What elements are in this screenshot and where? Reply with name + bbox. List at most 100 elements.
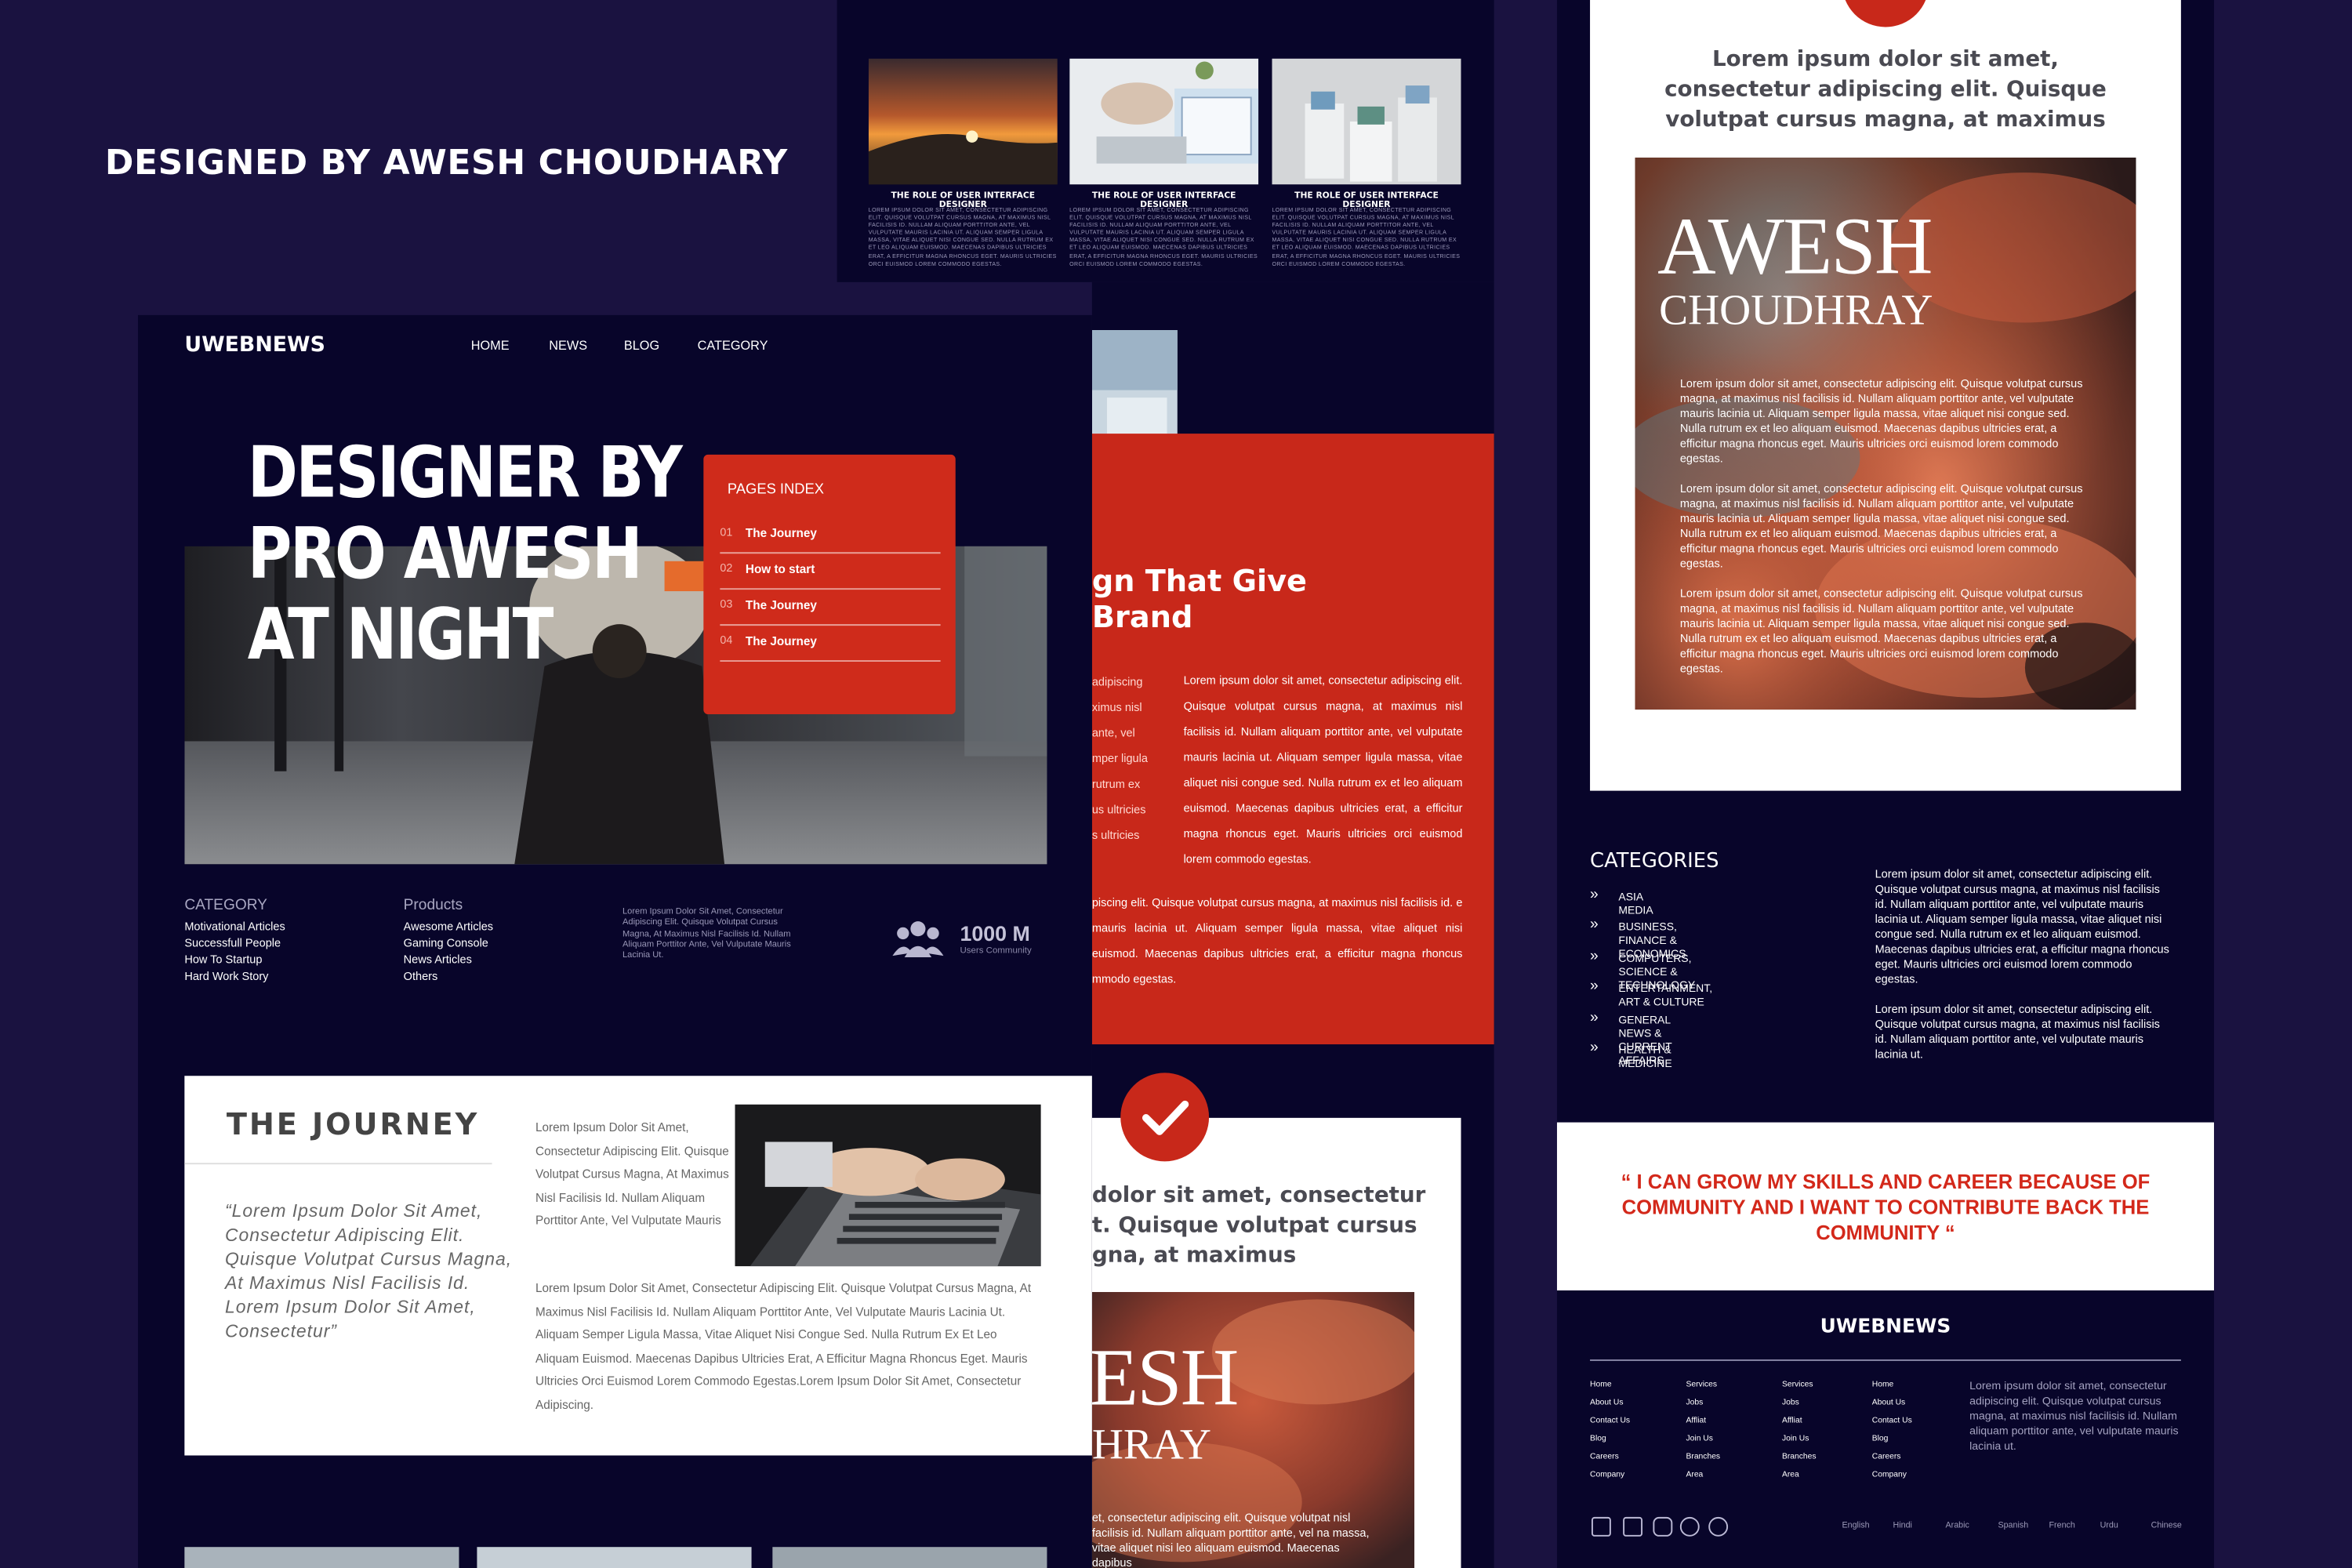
brand-paragraph-2: piscing elit. Quisque volutpat cursus ma… <box>1091 895 1463 986</box>
category-link[interactable]: Motivational Articles <box>184 920 285 933</box>
language-link[interactable]: Chinese <box>2151 1522 2182 1530</box>
footer-link[interactable]: Company <box>1590 1467 1630 1485</box>
product-link[interactable]: Others <box>404 969 438 982</box>
footer-link[interactable]: Blog <box>1872 1431 1912 1449</box>
language-link[interactable]: Hindi <box>1893 1522 1912 1530</box>
checkmark-icon <box>1142 1100 1189 1135</box>
design-showcase: DESIGNED BY AWESH CHOUDHARY THE ROLE OF … <box>0 0 2352 1568</box>
categories-heading: CATEGORIES <box>1590 849 1719 873</box>
footer-link[interactable]: Company <box>1872 1467 1912 1485</box>
lead-text: Lorem ipsum dolor sit amet, consectetur … <box>1664 48 2107 132</box>
pages-index-item[interactable]: 02 How to start <box>720 554 941 590</box>
footer-link[interactable]: Home <box>1590 1377 1630 1396</box>
facebook-icon[interactable] <box>1623 1516 1643 1537</box>
article-excerpt: LOREM IPSUM DOLOR SIT AMET, CONSECTETUR … <box>868 207 1057 267</box>
footer-link[interactable]: Contact Us <box>1590 1414 1630 1432</box>
brand-section: gn That Give Brand adipiscing ximus nisl… <box>1091 434 1494 1045</box>
pages-index-item[interactable]: 03 The Journey <box>720 590 941 626</box>
product-link[interactable]: Gaming Console <box>404 936 488 949</box>
pages-index-item[interactable]: 04 The Journey <box>720 626 941 662</box>
footer-link[interactable]: Jobs <box>1782 1396 1817 1414</box>
footer-link[interactable]: Services <box>1782 1377 1817 1396</box>
footer-link[interactable]: Area <box>1782 1467 1817 1485</box>
poster-paragraph: Lorem ipsum dolor sit amet, consectetur … <box>1679 376 2083 466</box>
footer-link[interactable]: About Us <box>1872 1396 1912 1414</box>
language-link[interactable]: English <box>1842 1522 1869 1530</box>
footer-link[interactable]: Contact Us <box>1872 1414 1912 1432</box>
footer-link[interactable]: Home <box>1872 1377 1912 1396</box>
language-link[interactable]: Arabic <box>1946 1522 1969 1530</box>
pages-index-panel: PAGES INDEX 01 The Journey 02 How to start… <box>703 454 956 715</box>
testimonial-quote: “ I CAN GROW MY SKILLS AND CAREER BECAUS… <box>1621 1170 2151 1244</box>
dribbble-icon[interactable] <box>1679 1516 1700 1537</box>
double-chevron-icon: » <box>1590 978 1599 995</box>
poster-subtitle: CHOUDHRAY <box>1659 286 1933 335</box>
site-logo[interactable]: UWEBNEWS <box>184 333 325 358</box>
middle-article-card: dolor sit amet, consectetur t. Quisque v… <box>1091 1117 1461 1568</box>
product-link[interactable]: Awesome Articles <box>404 920 493 933</box>
footer-link[interactable]: About Us <box>1590 1396 1630 1414</box>
language-link[interactable]: Urdu <box>2100 1522 2118 1530</box>
small-blurb: Lorem Ipsum Dolor Sit Amet, Consectetur … <box>622 907 791 961</box>
footer-column: Home About Us Contact Us Blog Careers Company <box>1590 1377 1630 1485</box>
journey-divider <box>184 1163 492 1165</box>
footer-link[interactable]: Join Us <box>1782 1431 1817 1449</box>
poster-paragraph: Lorem ipsum dolor sit amet, consectetur … <box>1679 586 2083 676</box>
category-link[interactable]: Hard Work Story <box>184 969 268 982</box>
footer-link[interactable]: Careers <box>1590 1449 1630 1467</box>
language-link[interactable]: Spanish <box>1998 1522 2028 1530</box>
testimonial-box: “ I CAN GROW MY SKILLS AND CAREER BECAUS… <box>1556 1122 2214 1290</box>
check-badge <box>1842 0 1929 27</box>
cropped-column: adipiscing ximus nisl ante, vel mper lig… <box>1091 675 1148 842</box>
category-link[interactable]: How To Startup <box>184 953 262 966</box>
twitter-icon[interactable] <box>1591 1516 1611 1537</box>
footer-link[interactable]: Blog <box>1590 1431 1630 1449</box>
laptop-photo <box>735 1104 1041 1267</box>
right-article-card: Lorem ipsum dolor sit amet, consectetur … <box>1590 0 2181 791</box>
products-column-heading: Products <box>403 897 463 914</box>
footer-link[interactable]: Branches <box>1686 1449 1721 1467</box>
pages-index-item[interactable]: 01 The Journey <box>720 517 941 554</box>
github-icon[interactable] <box>1708 1516 1729 1537</box>
category-column-heading: CATEGORY <box>184 897 267 914</box>
bottom-thumbnail[interactable] <box>772 1547 1047 1568</box>
double-chevron-icon: » <box>1590 916 1599 934</box>
community-count: 1000 M <box>960 921 1030 946</box>
footer-link[interactable]: Services <box>1686 1377 1721 1396</box>
nav-home[interactable]: HOME <box>471 338 510 353</box>
product-display-thumbnail[interactable] <box>1272 58 1461 185</box>
footer-link[interactable]: Area <box>1686 1467 1721 1485</box>
pages-index-title: PAGES INDEX <box>727 481 825 499</box>
footer-link[interactable]: Affliat <box>1686 1414 1721 1432</box>
categories-paragraph: Lorem ipsum dolor sit amet, consectetur … <box>1875 1002 2160 1062</box>
poster-subtitle: HRAY <box>1091 1421 1211 1469</box>
nav-blog[interactable]: BLOG <box>624 338 659 353</box>
footer-link[interactable]: Jobs <box>1686 1396 1721 1414</box>
nav-news[interactable]: NEWS <box>549 338 587 353</box>
office-thumbnail[interactable] <box>1069 58 1259 185</box>
footer-link[interactable]: Join Us <box>1686 1431 1721 1449</box>
brand-heading: gn That Give Brand <box>1091 562 1308 635</box>
hero-title: DESIGNER BY PRO AWESH AT NIGHT <box>247 432 683 677</box>
footer-divider <box>1590 1359 2181 1361</box>
article-excerpt: LOREM IPSUM DOLOR SIT AMET, CONSECTETUR … <box>1272 207 1461 267</box>
double-chevron-icon: » <box>1590 1040 1599 1057</box>
bottom-thumbnail[interactable] <box>184 1547 459 1568</box>
nav-category[interactable]: CATEGORY <box>698 338 768 353</box>
poster: ESH HRAY et, consectetur adipiscing elit… <box>1091 1291 1415 1568</box>
categories-paragraph: Lorem ipsum dolor sit amet, consectetur … <box>1875 867 2169 986</box>
check-badge <box>1120 1073 1210 1162</box>
instagram-icon[interactable] <box>1653 1516 1673 1537</box>
community-label: Users Community <box>960 946 1032 956</box>
footer-logo[interactable]: UWEBNEWS <box>1590 1316 2181 1338</box>
footer-link[interactable]: Careers <box>1872 1449 1912 1467</box>
footer-link[interactable]: Affliat <box>1782 1414 1817 1432</box>
brand-paragraph: Lorem ipsum dolor sit amet, consectetur … <box>1183 673 1463 866</box>
category-link[interactable]: Successfull People <box>184 936 281 949</box>
product-link[interactable]: News Articles <box>404 953 472 966</box>
language-link[interactable]: French <box>2049 1522 2075 1530</box>
footer-link[interactable]: Branches <box>1782 1449 1817 1467</box>
bottom-thumbnail[interactable] <box>477 1547 752 1568</box>
sunset-thumbnail[interactable] <box>868 58 1058 185</box>
footer-column: Services Jobs Affliat Join Us Branches Area <box>1782 1377 1817 1485</box>
